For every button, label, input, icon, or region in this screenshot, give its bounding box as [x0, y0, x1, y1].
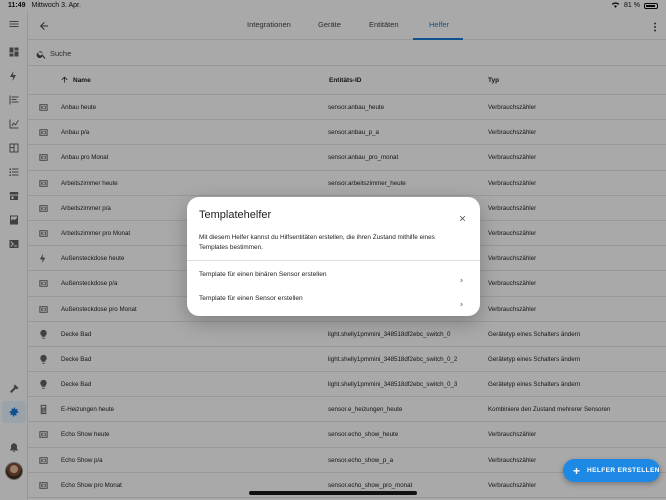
- dialog-divider: [187, 260, 480, 261]
- plus-icon: +: [573, 463, 581, 478]
- option-label: Template für einen Sensor erstellen: [199, 295, 303, 302]
- create-helper-button[interactable]: + HELFER ERSTELLEN: [563, 459, 660, 482]
- close-icon[interactable]: [458, 210, 468, 222]
- option-sensor-template[interactable]: Template für einen Sensor erstellen: [187, 287, 480, 311]
- create-helper-label: HELFER ERSTELLEN: [587, 467, 660, 474]
- option-binary-sensor-template[interactable]: Template für einen binären Sensor erstel…: [187, 263, 480, 287]
- home-indicator: [249, 491, 417, 495]
- dialog-description: Mit diesem Helfer kannst du Hilfsentität…: [199, 234, 435, 251]
- template-helper-dialog: Templatehelfer Mit diesem Helfer kannst …: [187, 197, 480, 316]
- chevron-right-icon: [458, 271, 466, 283]
- dialog-title: Templatehelfer: [199, 209, 272, 221]
- chevron-right-icon: [458, 295, 466, 307]
- option-label: Template für einen binären Sensor erstel…: [199, 271, 327, 278]
